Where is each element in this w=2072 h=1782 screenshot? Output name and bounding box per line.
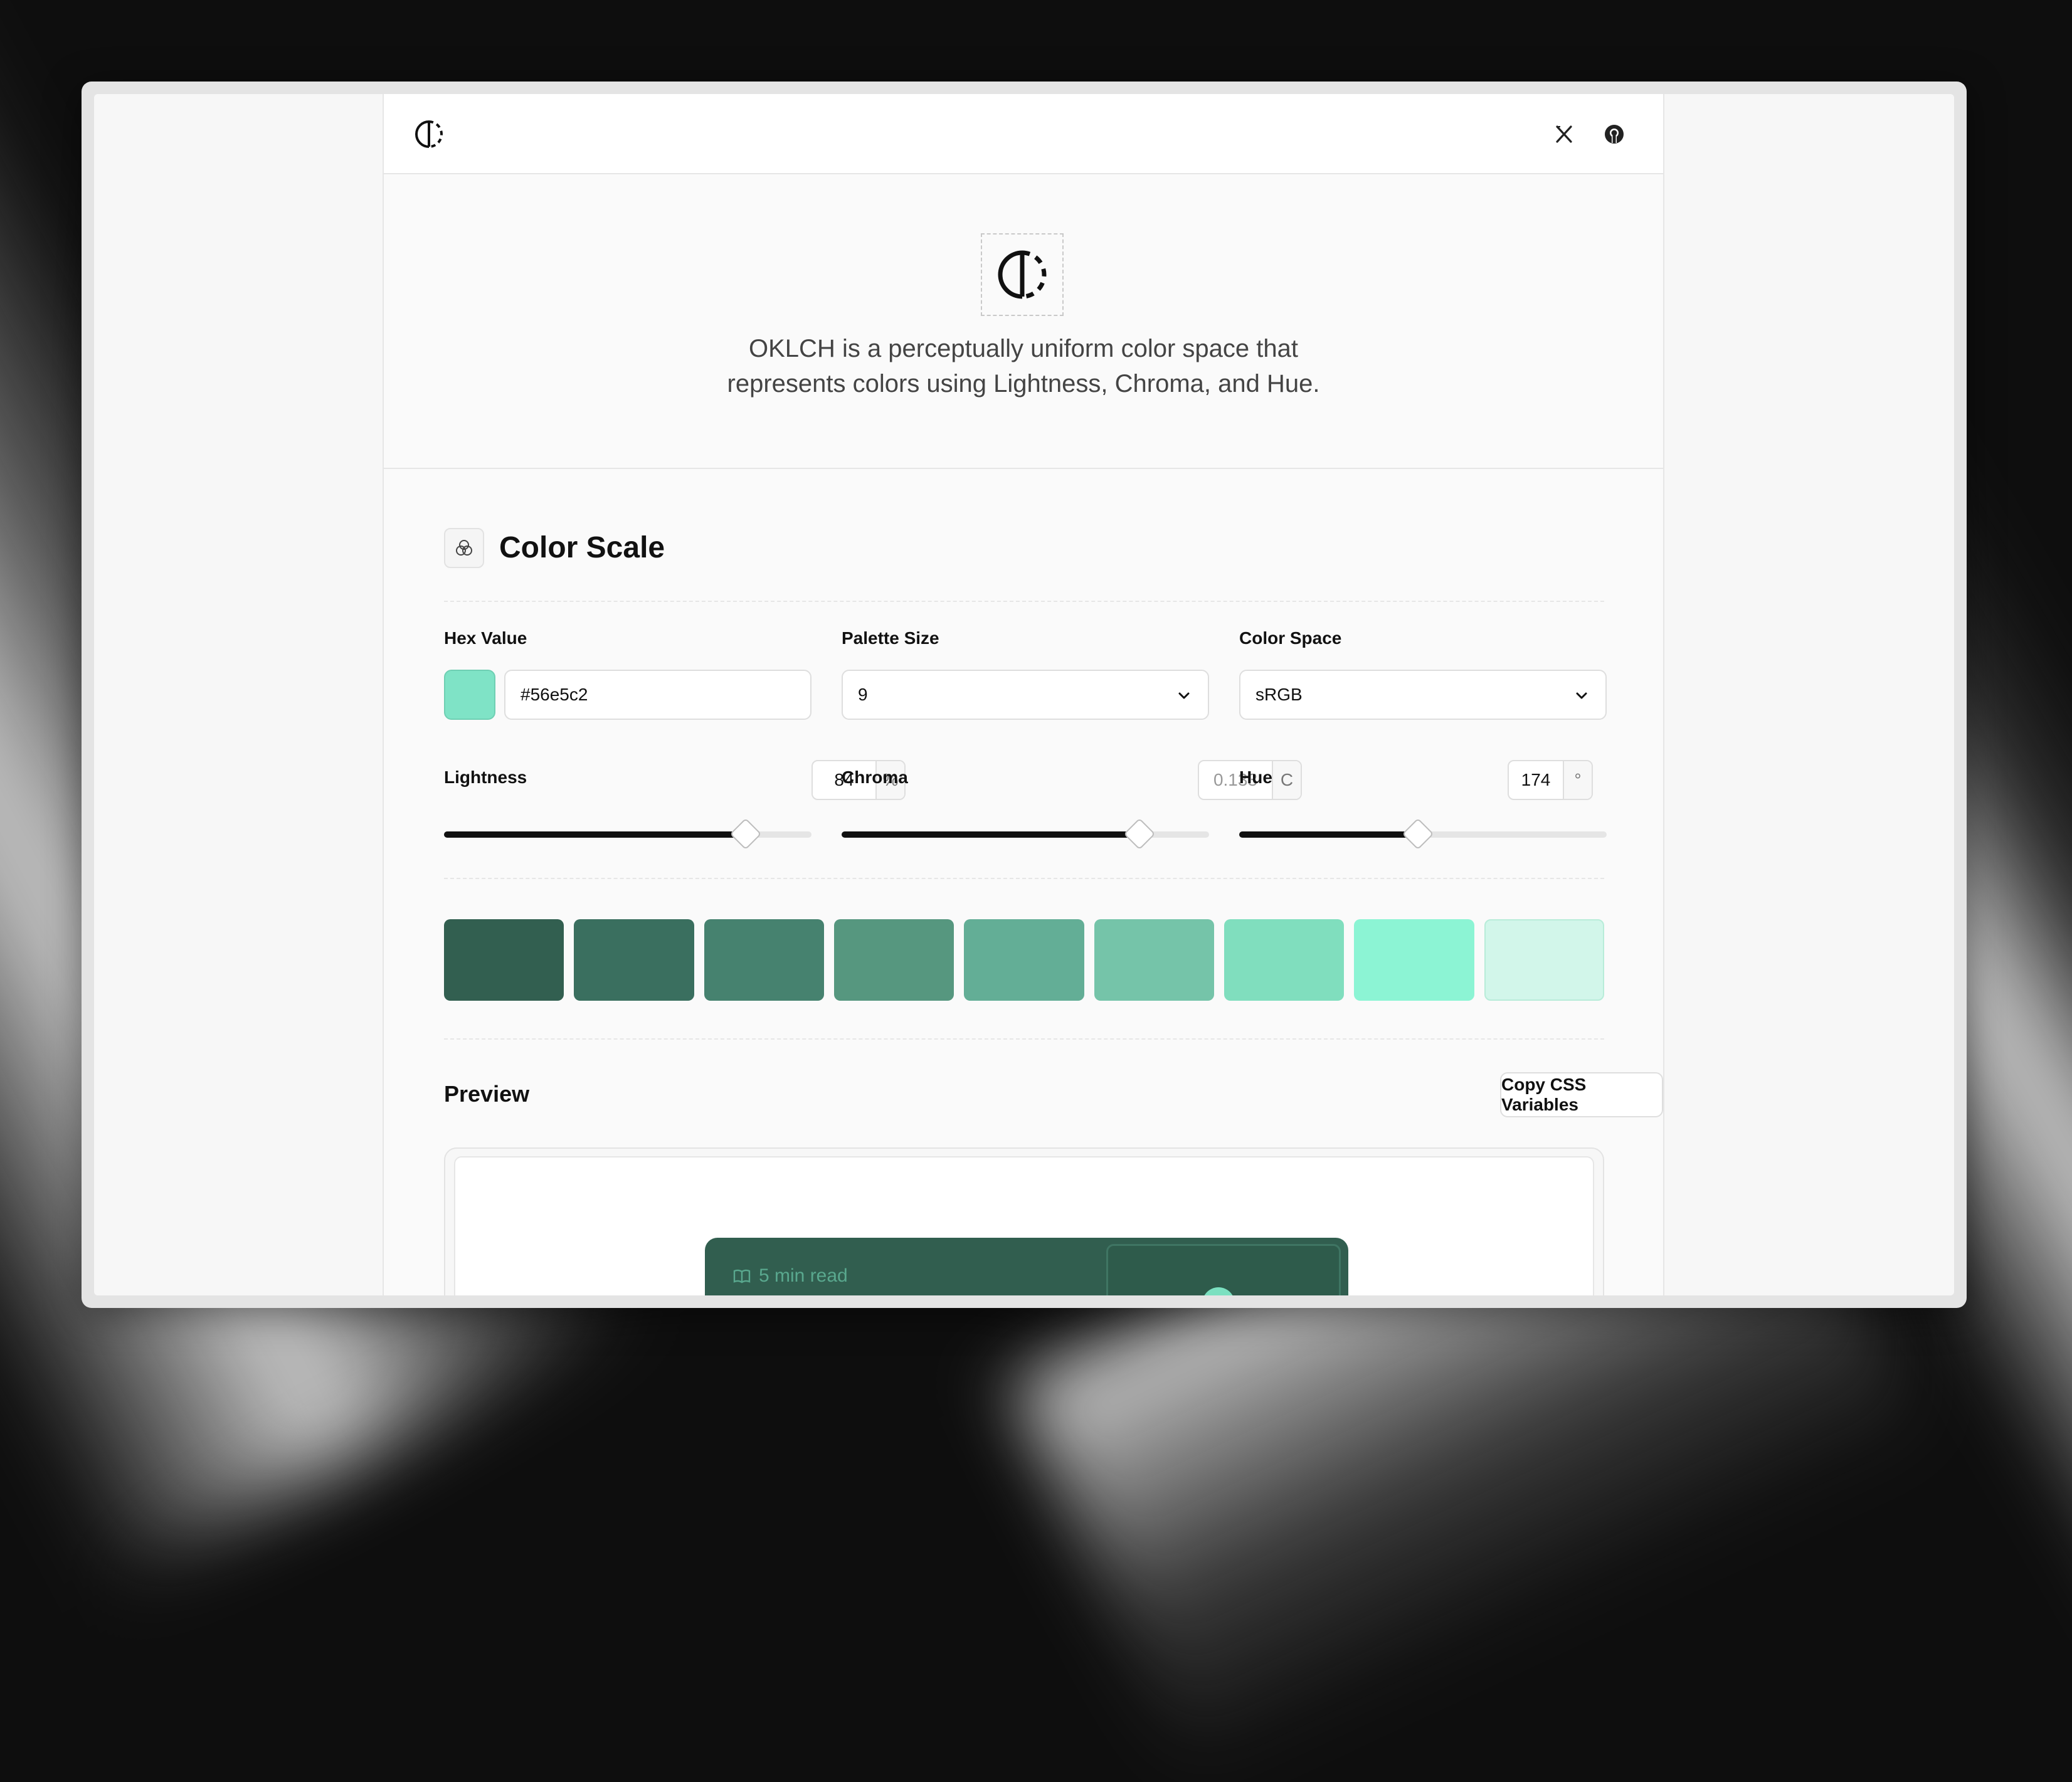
main-column: OKLCH is a perceptually uniform color sp… (383, 94, 1664, 1295)
read-time-text: 5 min read (759, 1265, 848, 1286)
palette-size-label: Palette Size (842, 628, 939, 648)
app-window: OKLCH is a perceptually uniform color sp… (94, 94, 1954, 1295)
hero-description-line: OKLCH is a perceptually uniform color sp… (749, 335, 1298, 362)
palette-swatch[interactable] (834, 919, 954, 1001)
hue-input[interactable]: 174 ° (1508, 760, 1593, 800)
palette-swatch[interactable] (444, 919, 564, 1001)
chevron-down-icon (1178, 692, 1190, 699)
book-icon (733, 1269, 751, 1284)
palette-icon (444, 528, 484, 568)
palette-size-select[interactable]: 9 (842, 670, 1209, 720)
palette-swatch[interactable] (1354, 919, 1474, 1001)
palette-size-value: 9 (858, 685, 868, 704)
hex-input[interactable]: #56e5c2 (504, 670, 811, 720)
read-time: 5 min read (732, 1265, 848, 1287)
section-title: Color Scale (499, 531, 665, 564)
hero-description-line: represents colors using Lightness, Chrom… (727, 370, 1320, 398)
palette-swatch[interactable] (964, 919, 1084, 1001)
palette-swatch[interactable] (704, 919, 824, 1001)
top-bar (384, 94, 1663, 174)
hero-logo (981, 233, 1064, 316)
preview-title: Preview (444, 1081, 530, 1107)
chroma-unit: C (1272, 761, 1301, 799)
hue-value: 174 (1521, 770, 1551, 789)
hue-unit: ° (1563, 761, 1592, 799)
color-space-select[interactable]: sRGB (1239, 670, 1607, 720)
chroma-slider-thumb[interactable] (1123, 818, 1156, 850)
chroma-slider[interactable] (842, 818, 1209, 850)
hex-label: Hex Value (444, 628, 527, 648)
color-scale-header: Color Scale (444, 527, 1604, 571)
divider (444, 601, 1604, 602)
preview-canvas: 5 min read (454, 1156, 1594, 1295)
divider (444, 1038, 1604, 1040)
hue-label: Hue (1239, 767, 1272, 787)
chroma-slider-fill (842, 831, 1139, 838)
logo-icon[interactable] (413, 118, 445, 150)
chroma-label: Chroma (842, 767, 908, 787)
github-icon[interactable] (1600, 120, 1628, 148)
preview-card-media (1106, 1244, 1341, 1295)
lightness-label: Lightness (444, 767, 527, 787)
hue-slider-thumb[interactable] (1402, 818, 1434, 850)
hue-slider[interactable] (1239, 818, 1607, 850)
color-space-value: sRGB (1255, 685, 1303, 704)
preview-dot (1202, 1287, 1235, 1295)
palette-swatch[interactable] (1094, 919, 1214, 1001)
lightness-slider-fill (444, 831, 746, 838)
color-space-label: Color Space (1239, 628, 1342, 648)
lightness-slider[interactable] (444, 818, 811, 850)
palette-swatch[interactable] (574, 919, 694, 1001)
palette-swatch[interactable] (1224, 919, 1345, 1001)
hex-color-swatch[interactable] (444, 670, 495, 720)
lightness-slider-thumb[interactable] (729, 818, 761, 850)
copy-css-variables-button[interactable]: Copy CSS Variables (1500, 1072, 1663, 1117)
hue-slider-fill (1239, 831, 1418, 838)
logo-icon (998, 250, 1047, 299)
preview-card: 5 min read (705, 1238, 1348, 1295)
divider (444, 878, 1604, 879)
hero-description: OKLCH is a perceptually uniform color sp… (647, 331, 1400, 401)
chevron-down-icon (1576, 692, 1587, 699)
hero-section: OKLCH is a perceptually uniform color sp… (384, 174, 1663, 469)
x-icon[interactable] (1551, 122, 1577, 147)
palette-swatch[interactable] (1484, 919, 1604, 1001)
